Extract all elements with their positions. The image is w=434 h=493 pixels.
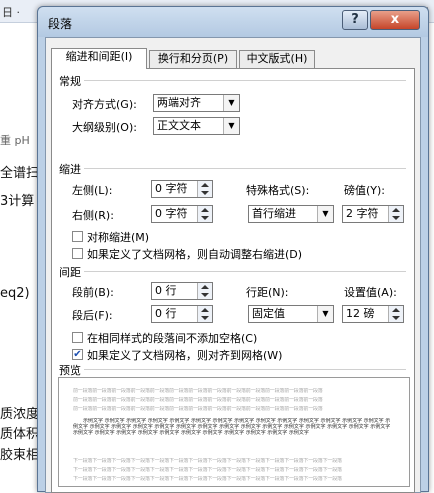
special-indent-dropdown[interactable]: 首行缩进 ▼ [248, 205, 334, 223]
spinner-arrows-icon[interactable] [197, 283, 212, 299]
preview-previous-paragraph: 前一段落前一段落前一段落前一段落前一段落前一段落前一段落前一段落前一段落前一段落… [73, 397, 323, 403]
outline-level-value: 正文文本 [157, 119, 201, 132]
auto-right-indent-label[interactable]: 如果定义了文档网格，则自动调整右缩进(D) [87, 246, 302, 262]
snap-to-grid-checkbox[interactable]: ✔ [72, 349, 83, 360]
ribbon-fragment-left: 日 · [2, 6, 20, 19]
no-space-same-style-checkbox[interactable] [72, 332, 83, 343]
line-spacing-dropdown[interactable]: 固定值 ▼ [248, 305, 334, 323]
spinner-arrows-icon[interactable] [388, 206, 403, 222]
section-preview: 预览 [59, 364, 81, 377]
special-indent-label: 特殊格式(S): [246, 184, 310, 197]
doc-line: 全谱扫 [0, 166, 40, 181]
indent-by-value: 2 字符 [346, 207, 379, 220]
space-before-spinner[interactable]: 0 行 [151, 282, 213, 300]
right-indent-label: 右侧(R): [72, 209, 114, 222]
section-spacing: 间距 [59, 266, 81, 279]
space-before-label: 段前(B): [72, 286, 114, 299]
tab-asian-typography[interactable]: 中文版式(H) [239, 50, 315, 68]
paragraph-dialog: 段落 ? x 缩进和间距(I) 换行和分页(P) 中文版式(H) 常规 对齐方式… [37, 6, 429, 493]
tab-line-page-breaks[interactable]: 换行和分页(P) [149, 50, 237, 68]
snap-to-grid-label[interactable]: 如果定义了文档网格，则对齐到网格(W) [87, 347, 282, 363]
space-before-value: 0 行 [155, 284, 177, 297]
space-after-value: 0 行 [155, 307, 177, 320]
outline-level-label: 大纲级别(O): [72, 121, 137, 134]
spacing-at-label: 设置值(A): [344, 286, 397, 299]
tab-panel: 常规 对齐方式(G): 两端对齐 ▼ 大纲级别(O): 正文文本 ▼ 缩进 左侧… [51, 68, 415, 493]
spinner-arrows-icon[interactable] [197, 206, 212, 222]
chevron-down-icon[interactable]: ▼ [223, 118, 239, 134]
space-after-spinner[interactable]: 0 行 [151, 305, 213, 323]
divider [84, 80, 406, 81]
doc-line: 重 pH [0, 134, 30, 147]
doc-line: 胶束相 [0, 448, 40, 463]
chevron-down-icon[interactable]: ▼ [223, 95, 239, 111]
indent-by-label: 磅值(Y): [344, 184, 386, 197]
preview-next-paragraph: 下一段落下一段落下一段落下一段落下一段落下一段落下一段落下一段落下一段落下一段落… [73, 467, 342, 473]
section-indentation: 缩进 [59, 163, 81, 176]
chevron-down-icon[interactable]: ▼ [317, 306, 333, 322]
right-indent-value: 0 字符 [155, 207, 188, 220]
close-button[interactable]: x [370, 10, 420, 30]
chevron-down-icon[interactable]: ▼ [317, 206, 333, 222]
spacing-at-spinner[interactable]: 12 磅 [342, 305, 404, 323]
tab-indent-spacing[interactable]: 缩进和间距(I) [51, 48, 147, 69]
doc-line: 3计算 [0, 194, 35, 209]
doc-line: 质浓度 [0, 407, 40, 422]
mirror-indents-label[interactable]: 对称缩进(M) [87, 229, 149, 245]
spinner-arrows-icon[interactable] [388, 306, 403, 322]
alignment-value: 两端对齐 [157, 96, 201, 109]
line-spacing-label: 行距(N): [246, 286, 289, 299]
spinner-arrows-icon[interactable] [197, 306, 212, 322]
help-button[interactable]: ? [342, 10, 368, 30]
divider [84, 369, 406, 370]
doc-line: 质体积 [0, 427, 40, 442]
doc-line: eq2) [0, 286, 30, 301]
left-indent-value: 0 字符 [155, 182, 188, 195]
mirror-indents-checkbox[interactable] [72, 231, 83, 242]
no-space-same-style-label[interactable]: 在相同样式的段落间不添加空格(C) [87, 330, 257, 346]
divider [84, 271, 406, 272]
preview-sample-paragraph: 示例文字 示例文字 示例文字 示例文字 示例文字 示例文字 示例文字 示例文字 … [73, 418, 391, 436]
preview-previous-paragraph: 前一段落前一段落前一段落前一段落前一段落前一段落前一段落前一段落前一段落前一段落… [73, 406, 323, 412]
paragraph-preview: 前一段落前一段落前一段落前一段落前一段落前一段落前一段落前一段落前一段落前一段落… [58, 377, 410, 487]
alignment-label: 对齐方式(G): [72, 98, 137, 111]
auto-right-indent-checkbox[interactable] [72, 248, 83, 259]
outline-level-dropdown[interactable]: 正文文本 ▼ [153, 117, 240, 135]
spacing-at-value: 12 磅 [346, 307, 375, 320]
left-indent-label: 左侧(L): [72, 184, 113, 197]
dialog-title: 段落 [48, 17, 73, 31]
dialog-body: 缩进和间距(I) 换行和分页(P) 中文版式(H) 常规 对齐方式(G): 两端… [45, 37, 421, 493]
section-general: 常规 [59, 75, 81, 88]
divider [84, 168, 406, 169]
dialog-titlebar[interactable]: 段落 ? x [38, 7, 428, 37]
space-after-label: 段后(F): [72, 309, 113, 322]
right-indent-spinner[interactable]: 0 字符 [151, 205, 213, 223]
spinner-arrows-icon[interactable] [197, 181, 212, 197]
indent-by-spinner[interactable]: 2 字符 [342, 205, 404, 223]
preview-next-paragraph: 下一段落下一段落下一段落下一段落下一段落下一段落下一段落下一段落下一段落下一段落… [73, 458, 342, 464]
preview-next-paragraph: 下一段落下一段落下一段落下一段落下一段落下一段落下一段落下一段落下一段落下一段落… [73, 476, 342, 482]
alignment-dropdown[interactable]: 两端对齐 ▼ [153, 94, 240, 112]
line-spacing-value: 固定值 [252, 307, 285, 320]
preview-previous-paragraph: 前一段落前一段落前一段落前一段落前一段落前一段落前一段落前一段落前一段落前一段落… [73, 388, 323, 394]
special-indent-value: 首行缩进 [252, 207, 296, 220]
left-indent-spinner[interactable]: 0 字符 [151, 180, 213, 198]
